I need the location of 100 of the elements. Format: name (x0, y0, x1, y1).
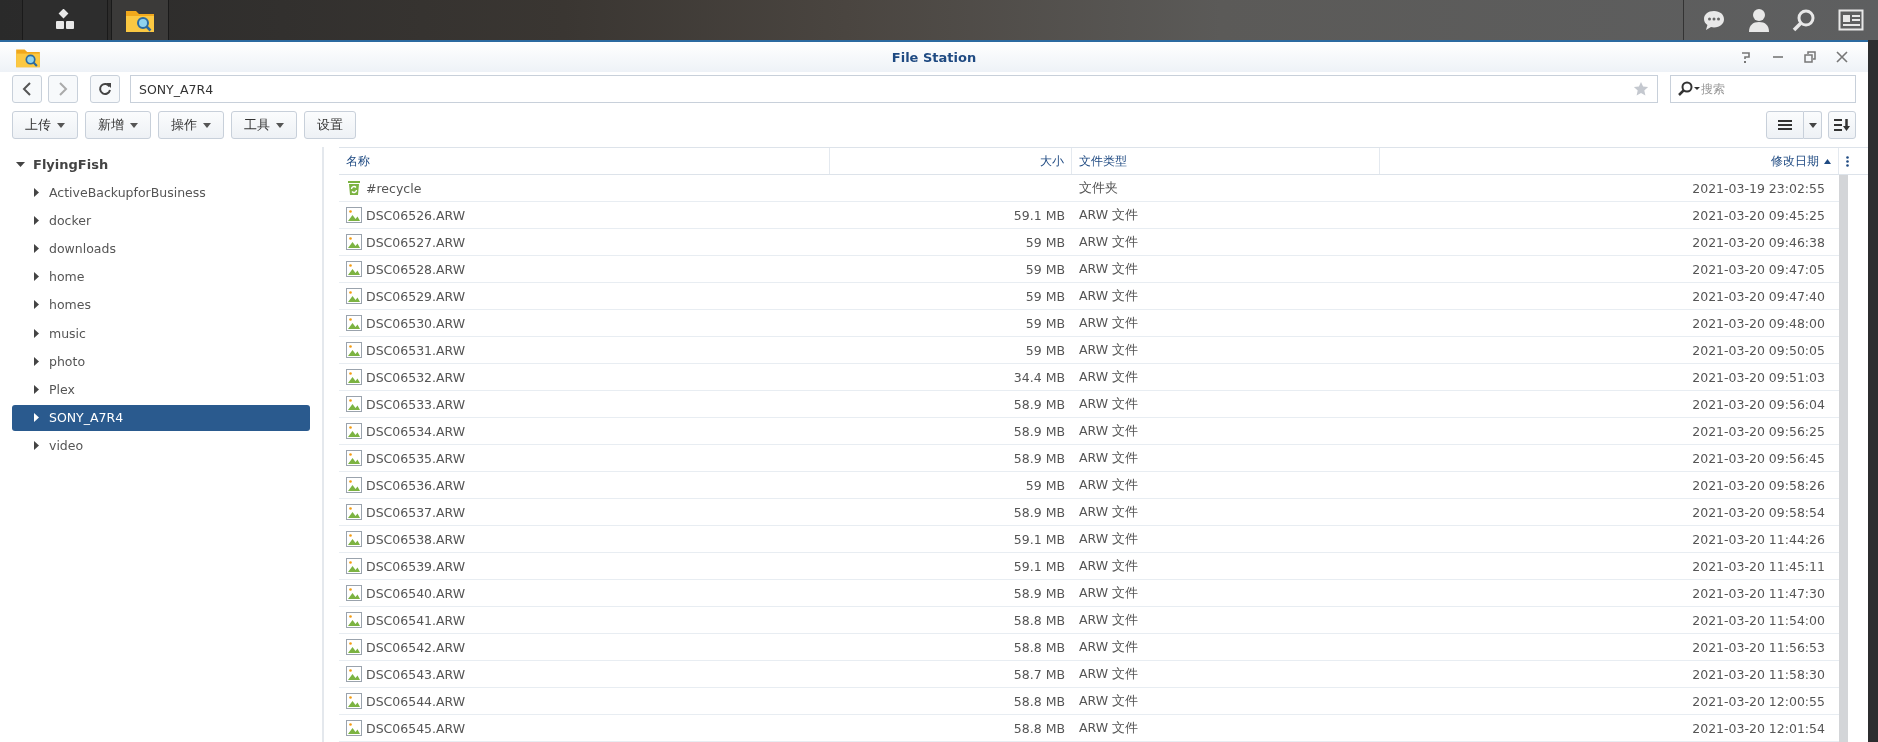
file-name[interactable]: DSC06526.ARW (366, 207, 466, 223)
file-size: 59.1 MB (1013, 558, 1065, 574)
star-icon[interactable] (1633, 81, 1649, 97)
column-header[interactable]: 大小 (830, 148, 1072, 174)
tree-item[interactable]: Plex (12, 376, 310, 403)
modified-date: 2021-03-20 09:50:05 (1692, 342, 1825, 358)
caret-right-icon[interactable] (32, 356, 41, 366)
file-size: 58.9 MB (1013, 450, 1065, 466)
modified-date: 2021-03-20 11:58:30 (1692, 666, 1825, 682)
column-header[interactable]: 名称 (339, 148, 830, 174)
tree-item[interactable]: home (12, 263, 310, 290)
grid-icon (54, 9, 76, 31)
main-menu-button[interactable] (22, 0, 108, 40)
tree-item[interactable]: ActiveBackupforBusiness (12, 179, 310, 206)
tree-item[interactable]: docker (12, 207, 310, 234)
file-name[interactable]: DSC06537.ARW (366, 504, 466, 520)
tree-item[interactable]: homes (12, 291, 310, 318)
caret-icon (57, 122, 65, 128)
column-header[interactable]: 修改日期 (1380, 148, 1839, 174)
file-size: 58.8 MB (1013, 639, 1065, 655)
caret-right-icon[interactable] (32, 244, 41, 254)
modified-date: 2021-03-20 11:54:00 (1692, 612, 1825, 628)
caret-right-icon[interactable] (32, 413, 41, 423)
file-name[interactable]: DSC06531.ARW (366, 342, 466, 358)
search-icon[interactable] (1792, 8, 1816, 32)
caret-right-icon[interactable] (32, 215, 41, 225)
user-icon[interactable] (1748, 8, 1770, 32)
file-name[interactable]: DSC06536.ARW (366, 477, 466, 493)
file-type: 文件夹 (1079, 179, 1118, 197)
tree-root[interactable]: FlyingFish (12, 151, 310, 177)
file-size: 59 MB (1025, 288, 1065, 304)
toolbar-button[interactable]: 新增 (85, 111, 151, 139)
file-name[interactable]: DSC06538.ARW (366, 531, 466, 547)
caret-right-icon[interactable] (32, 272, 41, 282)
back-button[interactable] (12, 75, 42, 103)
widgets-icon[interactable] (1838, 9, 1864, 31)
sort-button[interactable] (1828, 111, 1856, 139)
help-icon[interactable] (1740, 51, 1752, 63)
file-name[interactable]: DSC06540.ARW (366, 585, 466, 601)
file-type: ARW 文件 (1079, 665, 1139, 683)
toolbar-button[interactable]: 上传 (12, 111, 78, 139)
file-name[interactable]: DSC06542.ARW (366, 639, 466, 655)
file-name[interactable]: DSC06543.ARW (366, 666, 466, 682)
file-name[interactable]: DSC06529.ARW (366, 288, 466, 304)
file-type: ARW 文件 (1079, 341, 1139, 359)
tree-item[interactable]: video (12, 432, 310, 459)
modified-date: 2021-03-20 09:47:40 (1692, 288, 1825, 304)
search-input[interactable]: 搜索 (1701, 82, 1841, 96)
image-file-icon (346, 342, 362, 358)
caret-down-icon[interactable] (16, 159, 25, 169)
column-menu-icon[interactable] (1845, 155, 1849, 167)
tree-item[interactable]: SONY_A7R4 (12, 404, 310, 431)
file-name[interactable]: DSC06534.ARW (366, 423, 466, 439)
list-view-button[interactable] (1766, 111, 1804, 139)
image-file-icon (346, 666, 362, 682)
file-name[interactable]: DSC06545.ARW (366, 720, 466, 736)
file-size: 59.1 MB (1013, 531, 1065, 547)
chat-icon[interactable] (1702, 9, 1726, 31)
file-name[interactable]: DSC06532.ARW (366, 369, 466, 385)
search-field[interactable]: 搜索 (1670, 75, 1856, 103)
image-file-icon (346, 396, 362, 412)
caret-right-icon[interactable] (32, 187, 41, 197)
column-header[interactable]: 文件类型 (1072, 148, 1380, 174)
caret-right-icon[interactable] (32, 385, 41, 394)
recycle-bin-icon (346, 180, 362, 196)
tree-item[interactable]: photo (12, 348, 310, 375)
file-name[interactable]: DSC06539.ARW (366, 558, 466, 574)
file-name[interactable]: #recycle (366, 180, 422, 196)
caret-right-icon[interactable] (32, 300, 41, 310)
file-size: 58.9 MB (1013, 423, 1065, 439)
scrollbar[interactable] (1839, 175, 1848, 742)
file-name[interactable]: DSC06533.ARW (366, 396, 466, 412)
file-name[interactable]: DSC06528.ARW (366, 261, 466, 277)
image-file-icon (346, 261, 362, 277)
file-name[interactable]: DSC06535.ARW (366, 450, 466, 466)
file-name[interactable]: DSC06544.ARW (366, 693, 466, 709)
toolbar-button[interactable]: 设置 (304, 111, 356, 139)
refresh-button[interactable] (90, 75, 120, 103)
file-size: 59 MB (1025, 342, 1065, 358)
caret-right-icon[interactable] (32, 328, 41, 338)
path-field[interactable]: SONY_A7R4 (130, 75, 1658, 103)
tree-item[interactable]: music (12, 320, 310, 347)
restore-icon[interactable] (1804, 51, 1816, 63)
image-file-icon (346, 693, 362, 709)
close-icon[interactable] (1836, 51, 1848, 63)
toolbar-button[interactable]: 操作 (158, 111, 224, 139)
file-name[interactable]: DSC06527.ARW (366, 234, 466, 250)
file-size: 34.4 MB (1013, 369, 1065, 385)
file-size: 58.9 MB (1013, 396, 1065, 412)
caret-right-icon[interactable] (32, 441, 41, 451)
caret-icon (203, 122, 211, 128)
search-icon[interactable] (1677, 81, 1701, 97)
file-station-taskbar-button[interactable] (111, 0, 169, 40)
tree-item[interactable]: downloads (12, 235, 310, 262)
view-dropdown-button[interactable] (1804, 111, 1822, 139)
file-name[interactable]: DSC06541.ARW (366, 612, 466, 628)
file-size: 59 MB (1025, 234, 1065, 250)
file-name[interactable]: DSC06530.ARW (366, 315, 466, 331)
toolbar-button[interactable]: 工具 (231, 111, 297, 139)
image-file-icon (346, 531, 362, 547)
